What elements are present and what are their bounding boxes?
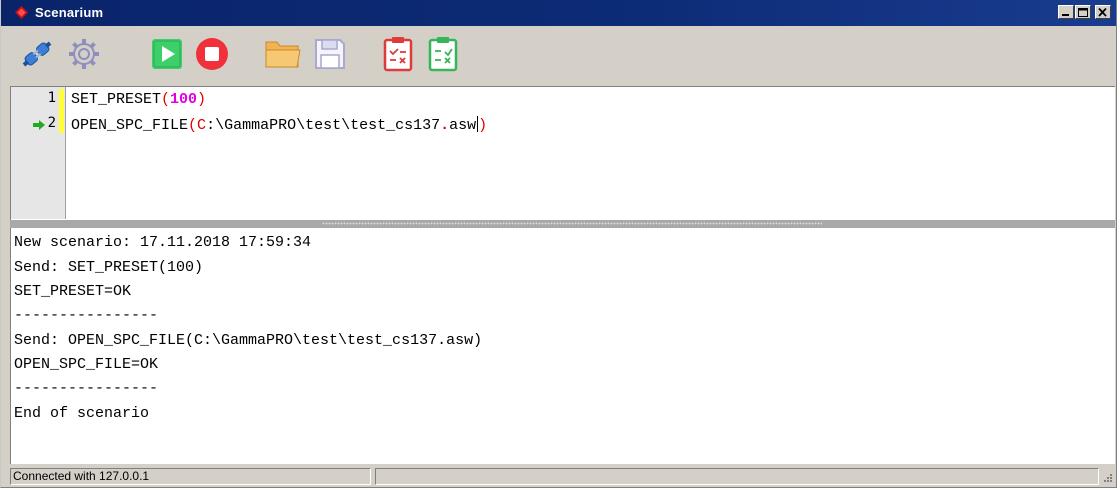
code-argument: 100: [170, 91, 198, 108]
status-bar: Connected with 127.0.0.1: [1, 465, 1116, 487]
maximize-icon: [1078, 8, 1088, 17]
code-line[interactable]: OPEN_SPC_FILE(C:\GammaPRO\test\test_cs13…: [71, 116, 487, 134]
save-button[interactable]: [310, 34, 350, 74]
toolbar: [1, 26, 1116, 88]
app-window: Scenarium 1 2 SET_PRESET(100) OPEN_SPC_F…: [0, 0, 1117, 488]
stop-icon: [196, 38, 228, 70]
gear-icon: [69, 39, 99, 69]
stop-button[interactable]: [192, 34, 232, 74]
log-line: SET_PRESET=OK: [14, 283, 132, 300]
code-paren-close: ): [478, 117, 488, 134]
play-icon: [152, 39, 182, 69]
output-log[interactable]: New scenario: 17.11.2018 17:59:34 Send: …: [10, 228, 1115, 464]
log-line: Send: SET_PRESET(100): [14, 259, 204, 276]
pane-splitter[interactable]: [10, 220, 1115, 228]
log-line: OPEN_SPC_FILE=OK: [14, 356, 159, 373]
minimize-icon: [1062, 14, 1069, 16]
code-argument-dot: .: [440, 117, 450, 134]
close-button[interactable]: [1095, 5, 1111, 19]
maximize-button[interactable]: [1075, 5, 1091, 19]
code-paren-open: (: [188, 117, 198, 134]
minimize-button[interactable]: [1058, 5, 1074, 19]
splitter-grip: [322, 222, 822, 225]
app-diamond-icon: [15, 6, 28, 19]
log-line: ----------------: [14, 380, 159, 397]
settings-button[interactable]: [64, 34, 104, 74]
code-paren-open: (: [161, 91, 171, 108]
code-paren-close: ): [197, 91, 207, 108]
modified-lines-marker: [59, 89, 64, 133]
checklist-green-button[interactable]: [423, 34, 463, 74]
line-number: 2: [47, 115, 56, 131]
connection-status: Connected with 127.0.0.1: [10, 468, 371, 485]
code-argument-ext: asw: [449, 117, 477, 134]
title-bar[interactable]: Scenarium: [1, 0, 1116, 26]
floppy-disk-icon: [315, 39, 345, 69]
status-panel-secondary: [375, 468, 1099, 485]
clipboard-red-icon: [383, 37, 413, 72]
folder-icon: [265, 41, 301, 68]
connect-button[interactable]: [17, 34, 57, 74]
plug-connector-icon: [22, 41, 52, 67]
window-title: Scenarium: [35, 5, 104, 20]
log-line: Send: OPEN_SPC_FILE(C:\GammaPRO\test\tes…: [14, 332, 483, 349]
open-button[interactable]: [263, 34, 303, 74]
log-line: End of scenario: [14, 405, 150, 422]
line-number-gutter: 1 2: [11, 87, 66, 219]
code-argument-path: :\GammaPRO\test\test_cs137: [206, 117, 441, 134]
current-line-arrow-icon: [33, 117, 45, 135]
code-command: SET_PRESET: [71, 91, 162, 108]
run-button[interactable]: [147, 34, 187, 74]
log-line: ----------------: [14, 307, 159, 324]
close-icon: [1098, 8, 1107, 17]
log-line: New scenario: 17.11.2018 17:59:34: [14, 234, 312, 251]
clipboard-green-icon: [428, 37, 458, 72]
checklist-red-button[interactable]: [378, 34, 418, 74]
code-command: OPEN_SPC_FILE: [71, 117, 189, 134]
line-number: 1: [47, 90, 56, 106]
resize-grip-icon[interactable]: [1100, 471, 1113, 484]
code-line[interactable]: SET_PRESET(100): [71, 91, 206, 108]
code-argument-drive: C: [197, 117, 207, 134]
script-editor[interactable]: 1 2 SET_PRESET(100) OPEN_SPC_FILE(C:\Gam…: [10, 86, 1115, 220]
